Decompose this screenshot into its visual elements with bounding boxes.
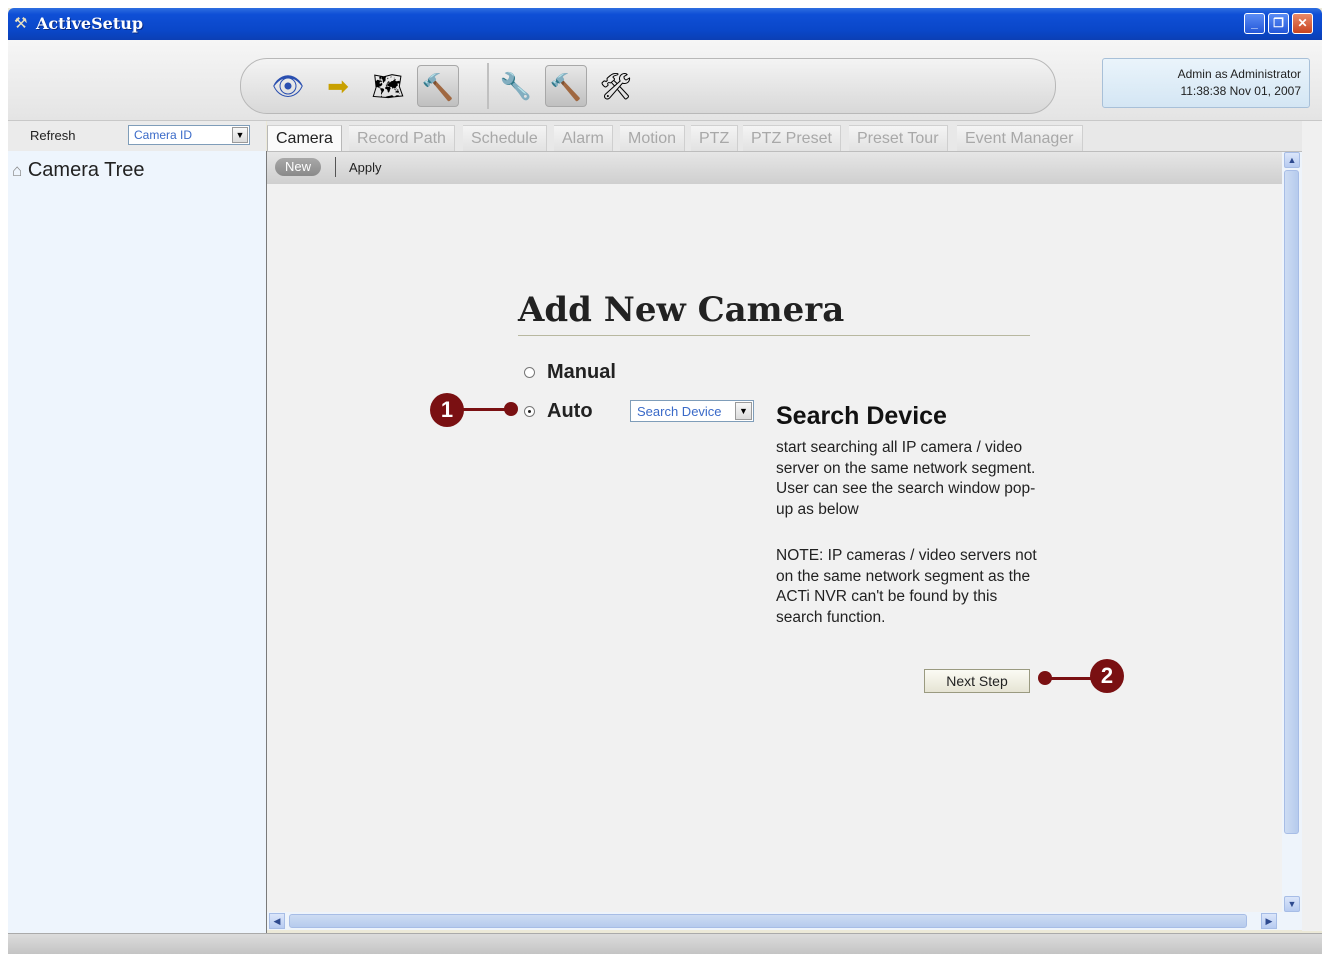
new-button[interactable]: New <box>275 158 321 176</box>
sort-select-value: Camera ID <box>134 128 193 142</box>
refresh-button[interactable]: Refresh <box>30 128 76 143</box>
app-window: ⚒ ActiveSetup _ ❐ ✕ 👁 ➡ 🗺 🔨 🔧 🔨 🛠 Admin … <box>8 8 1322 954</box>
camera-tree-panel: ⌂ Camera Tree <box>8 151 267 933</box>
map-icon[interactable]: 🗺 <box>367 65 409 107</box>
scroll-up-icon[interactable]: ▲ <box>1284 152 1300 168</box>
tab-ptz[interactable]: PTZ <box>691 125 739 151</box>
horizontal-scrollbar[interactable]: ◀ ▶ <box>267 912 1302 930</box>
tab-schedule[interactable]: Schedule <box>463 125 547 151</box>
scroll-left-icon[interactable]: ◀ <box>269 913 285 929</box>
tools-settings-icon[interactable]: 🛠 <box>595 65 637 107</box>
action-bar: New Apply <box>267 152 1282 185</box>
callout-1: 1 <box>430 393 464 427</box>
chevron-down-icon[interactable]: ▼ <box>735 402 752 420</box>
minimize-button[interactable]: _ <box>1244 13 1265 34</box>
hscroll-thumb[interactable] <box>289 914 1247 928</box>
tools-camera-icon[interactable]: 🔨 <box>545 65 587 107</box>
title-rule <box>518 335 1030 336</box>
search-device-title: Search Device <box>776 402 947 430</box>
close-button[interactable]: ✕ <box>1292 13 1313 34</box>
callout-1-line <box>462 408 508 411</box>
scroll-thumb[interactable] <box>1284 170 1299 834</box>
sort-select[interactable]: Camera ID ▼ <box>128 125 250 145</box>
datetime: 11:38:38 Nov 01, 2007 <box>1180 84 1301 98</box>
arrow-tape-icon[interactable]: ➡ <box>317 65 359 107</box>
page-title: Add New Camera <box>518 290 845 330</box>
tree-root-label: Camera Tree <box>27 159 145 181</box>
window-title: ActiveSetup <box>36 14 144 33</box>
user-info: Admin as Administrator 11:38:38 Nov 01, … <box>1102 58 1310 108</box>
auto-radio[interactable] <box>524 406 535 417</box>
apply-button[interactable]: Apply <box>349 160 382 175</box>
tab-record-path[interactable]: Record Path <box>349 125 455 151</box>
outer-scrollbar[interactable] <box>1302 121 1322 931</box>
status-bar <box>8 933 1322 954</box>
manual-radio[interactable] <box>524 367 535 378</box>
restore-button[interactable]: ❐ <box>1268 13 1289 34</box>
chevron-down-icon[interactable]: ▼ <box>232 127 248 143</box>
tab-event-manager[interactable]: Event Manager <box>957 125 1083 151</box>
app-logo-icon: ⚒ <box>14 15 28 32</box>
auto-label[interactable]: Auto <box>547 400 593 423</box>
tool-group: 👁 ➡ 🗺 🔨 🔧 🔨 🛠 <box>240 58 1056 114</box>
tools-wrench-icon[interactable]: 🔧 <box>495 65 537 107</box>
next-step-button[interactable]: Next Step <box>924 669 1030 693</box>
search-device-description: start searching all IP camera / video se… <box>776 439 1036 518</box>
tab-motion[interactable]: Motion <box>620 125 686 151</box>
main-toolbar: 👁 ➡ 🗺 🔨 🔧 🔨 🛠 Admin as Administrator 11:… <box>8 40 1322 121</box>
search-mode-value: Search Device <box>637 404 722 419</box>
tab-preset-tour[interactable]: Preset Tour <box>849 125 948 151</box>
tab-ptz-preset[interactable]: PTZ Preset <box>743 125 841 151</box>
home-icon: ⌂ <box>12 161 23 180</box>
search-mode-select[interactable]: Search Device ▼ <box>630 400 754 422</box>
tab-bar: Camera Record Path Schedule Alarm Motion… <box>267 121 1322 152</box>
toolbar-divider <box>487 63 489 109</box>
title-bar[interactable]: ⚒ ActiveSetup _ ❐ ✕ <box>8 8 1322 40</box>
tools-icon[interactable]: 🔨 <box>417 65 459 107</box>
callout-1-dot <box>504 402 518 416</box>
eye-icon[interactable]: 👁 <box>267 65 309 107</box>
search-device-note: NOTE: IP cameras / video servers not on … <box>776 547 1037 626</box>
scroll-down-icon[interactable]: ▼ <box>1284 896 1300 912</box>
left-panel-header: Refresh Camera ID ▼ <box>8 121 266 152</box>
tree-item-root[interactable]: ⌂ Camera Tree <box>12 159 145 182</box>
user-line: Admin as Administrator <box>1177 67 1301 81</box>
vertical-scrollbar[interactable]: ▲ ▼ <box>1282 152 1302 912</box>
manual-label[interactable]: Manual <box>547 361 616 384</box>
scroll-right-icon[interactable]: ▶ <box>1261 913 1277 929</box>
tab-camera[interactable]: Camera <box>267 125 342 151</box>
divider <box>335 157 336 177</box>
tab-alarm[interactable]: Alarm <box>554 125 613 151</box>
callout-2: 2 <box>1090 659 1124 693</box>
